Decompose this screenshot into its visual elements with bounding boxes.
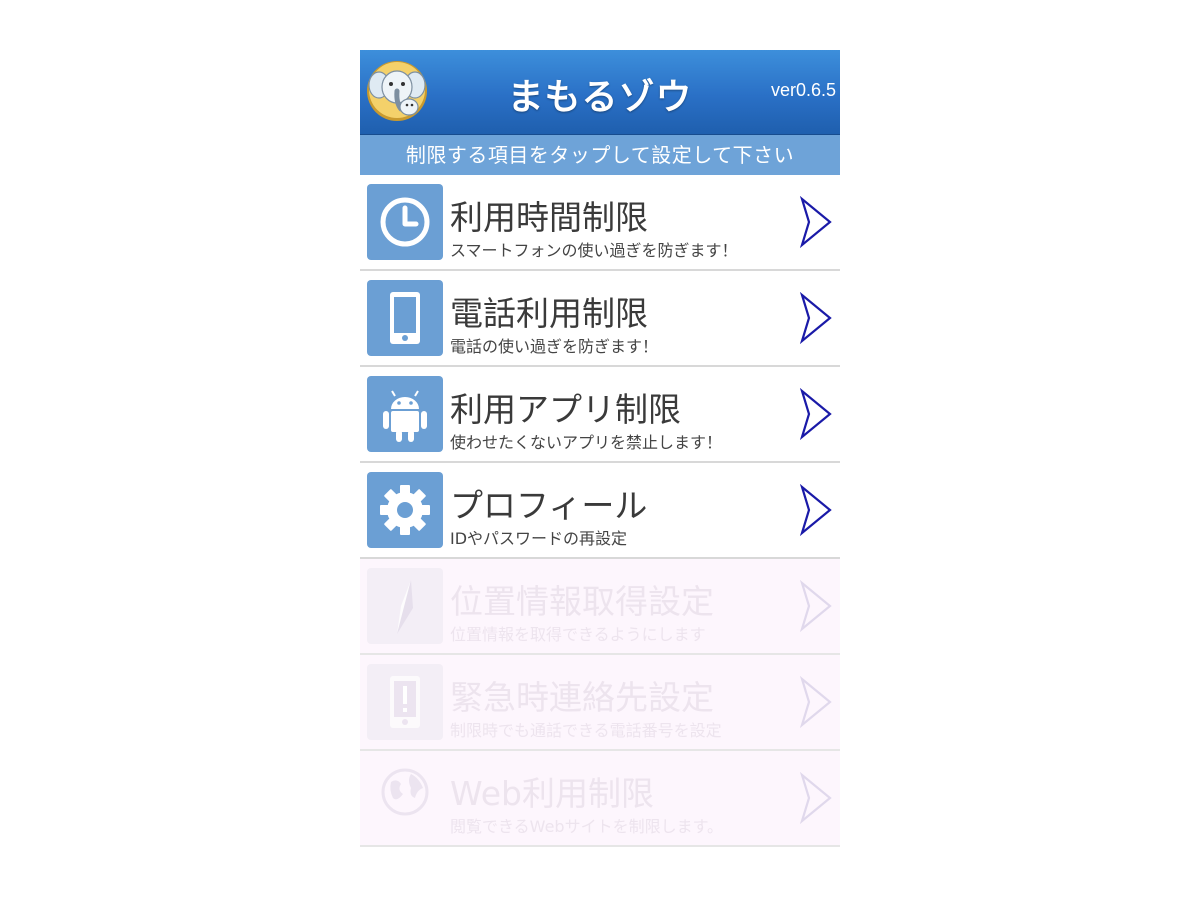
menu-item-web-usage-limit: Web利用制限 閲覧できるWebサイトを制限します。 (360, 751, 840, 847)
gear-icon (367, 472, 443, 548)
title-bar: まもるゾウ ver0.6.5 (360, 50, 840, 135)
chevron-right-icon (799, 196, 832, 248)
settings-menu-list: 利用時間制限 スマートフォンの使い過ぎを防ぎます！ 電話利用制限 電話の使い過ぎ… (360, 175, 840, 847)
menu-item-profile[interactable]: プロフィール IDやパスワードの再設定 (360, 463, 840, 559)
elephant-logo-icon (365, 57, 429, 123)
menu-item-subtitle: スマートフォンの使い過ぎを防ぎます！ (450, 241, 738, 260)
chevron-right-icon (799, 484, 832, 536)
menu-item-title: 電話利用制限 (450, 294, 648, 333)
menu-item-usage-time-limit[interactable]: 利用時間制限 スマートフォンの使い過ぎを防ぎます！ (360, 175, 840, 271)
chevron-right-icon (799, 388, 832, 440)
menu-item-location-setting: 位置情報取得設定 位置情報を取得できるようにします (360, 559, 840, 655)
globe-icon (367, 760, 443, 836)
chevron-right-icon (799, 580, 832, 632)
menu-item-subtitle: 使わせたくないアプリを禁止します！ (450, 433, 723, 452)
instruction-bar: 制限する項目をタップして設定して下さい (360, 135, 840, 175)
menu-item-subtitle: 電話の使い過ぎを防ぎます！ (450, 337, 659, 356)
menu-item-subtitle: 閲覧できるWebサイトを制限します。 (450, 817, 723, 836)
menu-item-title: 利用時間制限 (450, 198, 648, 237)
chevron-right-icon (799, 676, 832, 728)
menu-item-subtitle: IDやパスワードの再設定 (450, 529, 628, 548)
menu-item-subtitle: 位置情報を取得できるようにします (450, 625, 706, 644)
menu-item-title: 緊急時連絡先設定 (450, 678, 714, 717)
menu-item-app-usage-limit[interactable]: 利用アプリ制限 使わせたくないアプリを禁止します！ (360, 367, 840, 463)
chevron-right-icon (799, 772, 832, 824)
clock-icon (367, 184, 443, 260)
chevron-right-icon (799, 292, 832, 344)
emergency-phone-icon (367, 664, 443, 740)
menu-item-title: 位置情報取得設定 (450, 582, 714, 621)
menu-item-title: プロフィール (450, 486, 648, 525)
menu-item-title: Web利用制限 (450, 774, 654, 813)
compass-icon (367, 568, 443, 644)
app-title: まもるゾウ (507, 77, 693, 118)
phone-icon (367, 280, 443, 356)
menu-item-phone-usage-limit[interactable]: 電話利用制限 電話の使い過ぎを防ぎます！ (360, 271, 840, 367)
android-icon (367, 376, 443, 452)
version-label: ver0.6.5 (770, 80, 836, 100)
app-screen: まもるゾウ ver0.6.5 制限する項目をタップして設定して下さい 利用時間制… (360, 50, 840, 847)
menu-item-title: 利用アプリ制限 (450, 390, 681, 429)
menu-item-subtitle: 制限時でも通話できる電話番号を設定 (450, 721, 722, 740)
menu-item-emergency-contact: 緊急時連絡先設定 制限時でも通話できる電話番号を設定 (360, 655, 840, 751)
